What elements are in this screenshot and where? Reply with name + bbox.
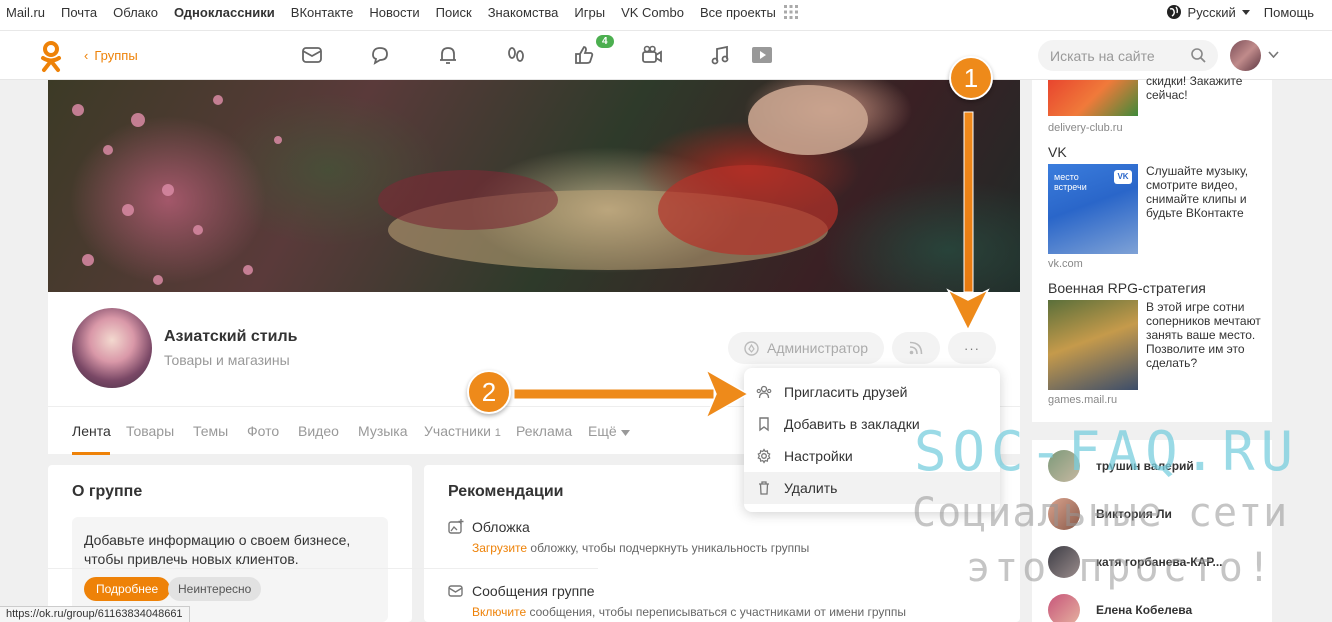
arrow-down-icon	[946, 111, 990, 332]
step-marker-2: 2	[467, 370, 511, 414]
annotation-arrows	[513, 111, 990, 420]
browser-status-url: https://ok.ru/group/61163834048661	[0, 606, 190, 622]
arrow-right-icon	[513, 368, 750, 420]
step-marker-1: 1	[949, 56, 993, 100]
